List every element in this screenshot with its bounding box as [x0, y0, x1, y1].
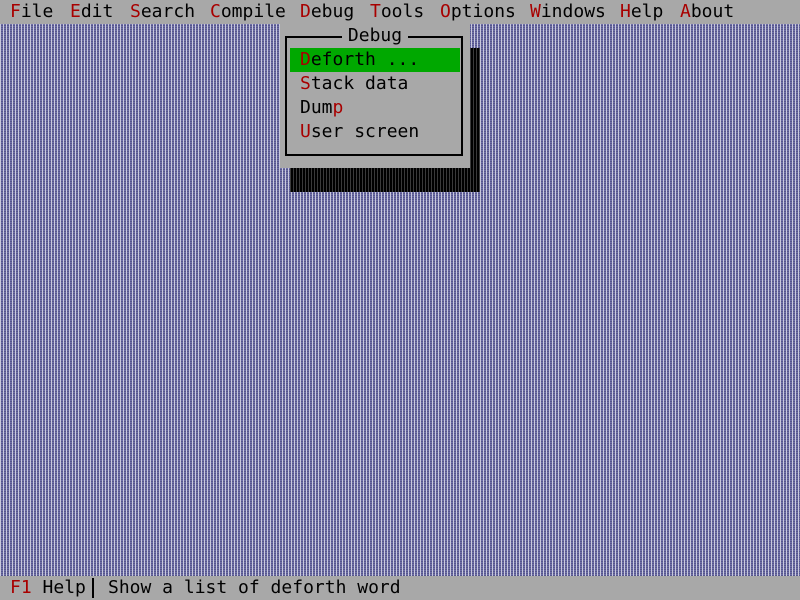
- item-suffix: tack data: [310, 73, 409, 94]
- menu-label: bout: [690, 1, 735, 22]
- menu-hotkey: C: [210, 1, 221, 22]
- debug-dropdown-menu: Debug Deforth ... Stack data Dump User s…: [280, 24, 470, 168]
- menu-label: ile: [20, 1, 54, 22]
- menu-hotkey: O: [440, 1, 451, 22]
- menu-hotkey: F: [10, 1, 21, 22]
- menu-label: indows: [540, 1, 606, 22]
- item-hotkey: U: [300, 121, 311, 142]
- menu-label: ptions: [450, 1, 516, 22]
- help-label: Help: [31, 577, 86, 598]
- menu-hotkey: S: [130, 1, 141, 22]
- menu-search[interactable]: Search: [120, 0, 205, 24]
- status-bar: F1 Help Show a list of deforth word: [0, 576, 800, 600]
- item-hotkey: p: [332, 97, 344, 118]
- menu-item-dump[interactable]: Dump: [290, 96, 460, 120]
- menu-label: earch: [140, 1, 196, 22]
- item-suffix: eforth ...: [310, 49, 420, 70]
- item-hotkey: D: [300, 49, 311, 70]
- item-hotkey: S: [300, 73, 311, 94]
- menu-tools[interactable]: Tools: [360, 0, 434, 24]
- menu-hotkey: D: [300, 1, 311, 22]
- status-separator: [92, 578, 94, 598]
- menu-item-stack-data[interactable]: Stack data: [290, 72, 460, 96]
- menu-label: dit: [80, 1, 114, 22]
- menu-compile[interactable]: Compile: [200, 0, 296, 24]
- status-message: Show a list of deforth word: [108, 577, 401, 598]
- menu-label: ools: [380, 1, 425, 22]
- menu-item-deforth[interactable]: Deforth ...: [290, 48, 460, 72]
- item-prefix: Dum: [300, 97, 333, 118]
- menu-hotkey: A: [680, 1, 691, 22]
- menu-label: ompile: [220, 1, 286, 22]
- menu-item-user-screen[interactable]: User screen: [290, 120, 460, 144]
- status-help-key[interactable]: F1 Help: [10, 576, 86, 600]
- menu-hotkey: T: [370, 1, 381, 22]
- menu-edit[interactable]: Edit: [60, 0, 123, 24]
- f1-key: F1: [10, 577, 32, 598]
- menu-bar: File Edit Search Compile Debug Tools Opt…: [0, 0, 800, 24]
- menu-label: elp: [630, 1, 664, 22]
- menu-debug[interactable]: Debug: [290, 0, 364, 24]
- menu-label: ebug: [310, 1, 355, 22]
- item-suffix: ser screen: [310, 121, 420, 142]
- dropdown-title: Debug: [280, 24, 470, 48]
- menu-windows[interactable]: Windows: [520, 0, 616, 24]
- menu-hotkey: H: [620, 1, 631, 22]
- menu-hotkey: W: [530, 1, 541, 22]
- dropdown-title-text: Debug: [341, 25, 409, 46]
- menu-hotkey: E: [70, 1, 81, 22]
- menu-help[interactable]: Help: [610, 0, 673, 24]
- menu-file[interactable]: File: [0, 0, 63, 24]
- menu-options[interactable]: Options: [430, 0, 526, 24]
- menu-about[interactable]: About: [670, 0, 744, 24]
